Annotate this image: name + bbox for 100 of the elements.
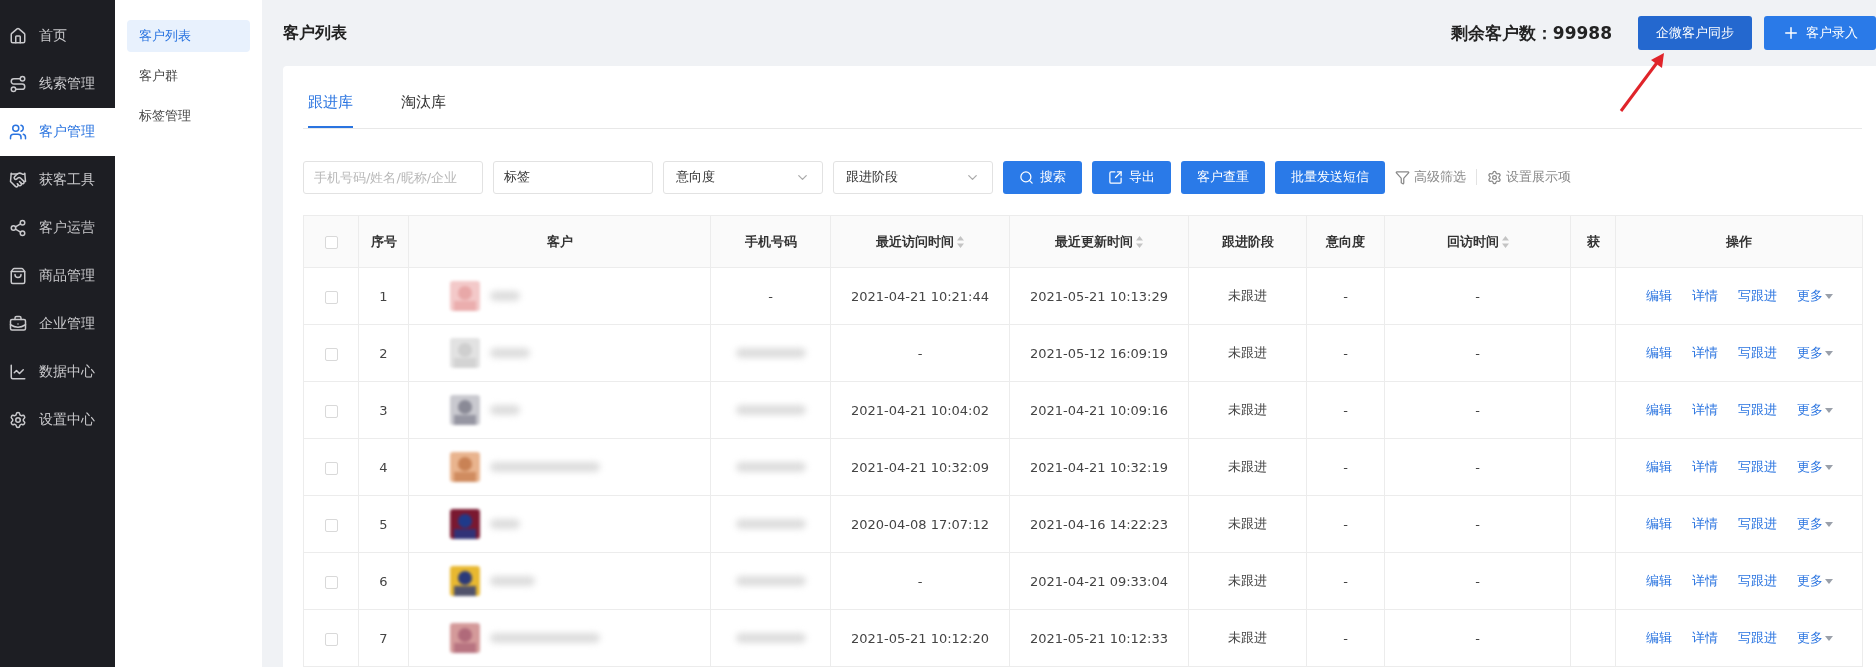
advanced-filter-link[interactable]: 高级筛选 [1395,168,1466,186]
action-link[interactable]: 详情 [1691,629,1718,647]
action-link[interactable]: 编辑 [1645,287,1672,305]
visit-time-cell: 2021-04-21 10:21:44 [850,288,990,304]
chart-icon [9,363,27,381]
sort-icon[interactable] [957,235,964,248]
nav-item[interactable]: 客户运营 [0,204,115,252]
update-time-cell: 2021-05-21 10:13:29 [1029,288,1169,304]
export-button[interactable]: 导出 [1092,160,1171,194]
index-cell: 7 [379,630,388,646]
search-field[interactable]: 手机号码/姓名/昵称/企业 [303,160,483,194]
nav-item[interactable]: 数据中心 [0,348,115,396]
phone-cell: - [768,288,773,304]
action-link[interactable]: 详情 [1691,572,1718,590]
index-cell: 1 [379,288,388,304]
revisit-time-cell: - [1475,516,1480,532]
action-link[interactable]: 写跟进 [1737,287,1777,305]
sync-button[interactable]: 企微客户同步 [1638,16,1752,50]
stage-cell: 未跟进 [1228,573,1267,588]
action-link[interactable]: 写跟进 [1737,629,1777,647]
page-title: 客户列表 [283,22,348,44]
subnav-item[interactable]: 标签管理 [127,100,250,132]
add-customer-button[interactable]: 客户录入 [1764,16,1876,50]
more-link[interactable]: 更多 [1796,344,1833,362]
remaining-count: 剩余客户数：99988 [1450,21,1612,45]
blurred-name [490,519,520,529]
revisit-time-cell: - [1475,288,1480,304]
revisit-time-cell: - [1475,459,1480,475]
column-header: 跟进阶段 [1221,232,1274,251]
tag-field[interactable]: 标签 [493,160,653,194]
action-link[interactable]: 写跟进 [1737,572,1777,590]
nav-item[interactable]: 商品管理 [0,252,115,300]
column-header: 最近更新时间 [1055,232,1143,251]
row-checkbox[interactable] [324,575,338,589]
intent-cell: - [1343,288,1348,304]
action-link[interactable]: 编辑 [1645,515,1672,533]
more-link[interactable]: 更多 [1796,572,1833,590]
nav-item[interactable]: 客户管理 [0,108,115,156]
subnav-item[interactable]: 客户列表 [127,20,250,52]
more-link[interactable]: 更多 [1796,458,1833,476]
more-link[interactable]: 更多 [1796,287,1833,305]
nav-item[interactable]: 线索管理 [0,60,115,108]
row-checkbox[interactable] [324,290,338,304]
row-checkbox[interactable] [324,347,338,361]
action-link[interactable]: 编辑 [1645,344,1672,362]
update-time-cell: 2021-05-12 16:09:19 [1029,345,1169,361]
revisit-time-cell: - [1475,402,1480,418]
row-checkbox[interactable] [324,461,338,475]
action-link[interactable]: 编辑 [1645,401,1672,419]
display-settings-link[interactable]: 设置展示项 [1487,168,1571,186]
action-link[interactable]: 编辑 [1645,572,1672,590]
caret-icon [1824,635,1833,641]
action-link[interactable]: 写跟进 [1737,515,1777,533]
column-header: 序号 [370,232,397,251]
action-link[interactable]: 写跟进 [1737,401,1777,419]
row-checkbox[interactable] [324,632,338,646]
row-checkbox[interactable] [324,518,338,532]
more-link[interactable]: 更多 [1796,515,1833,533]
select-all-checkbox[interactable] [324,236,338,249]
index-cell: 2 [379,345,388,361]
select-field[interactable]: 跟进阶段 [833,160,993,194]
sort-icon[interactable] [1136,235,1143,248]
action-link[interactable]: 编辑 [1645,629,1672,647]
more-link[interactable]: 更多 [1796,401,1833,419]
action-link[interactable]: 详情 [1691,515,1718,533]
revisit-time-cell: - [1475,630,1480,646]
more-link[interactable]: 更多 [1796,629,1833,647]
select-field[interactable]: 意向度 [663,160,823,194]
blurred-phone [735,518,806,529]
nav-item[interactable]: 设置中心 [0,396,115,444]
tab[interactable]: 跟进库 [308,93,353,128]
sort-icon[interactable] [1501,235,1509,248]
nav-item[interactable]: 首页 [0,12,115,60]
caret-icon [1824,350,1833,356]
plus-icon [1782,24,1800,42]
subnav-item[interactable]: 客户群 [127,60,250,92]
action-button[interactable]: 客户查重 [1181,160,1265,194]
intent-cell: - [1343,402,1348,418]
blurred-name [490,576,535,586]
action-link[interactable]: 详情 [1691,344,1718,362]
nav-item[interactable]: 获客工具 [0,156,115,204]
house-icon [9,27,27,45]
blurred-phone [735,347,806,358]
action-button[interactable]: 批量发送短信 [1275,160,1385,194]
action-link[interactable]: 写跟进 [1737,344,1777,362]
index-cell: 4 [379,459,388,475]
action-link[interactable]: 详情 [1691,287,1718,305]
stage-cell: 未跟进 [1228,516,1267,531]
nav-item[interactable]: 企业管理 [0,300,115,348]
action-link[interactable]: 详情 [1691,401,1718,419]
action-link[interactable]: 详情 [1691,458,1718,476]
search-button[interactable]: 搜索 [1003,160,1082,194]
index-cell: 5 [379,516,388,532]
row-checkbox[interactable] [324,404,338,418]
index-cell: 6 [379,573,388,589]
action-link[interactable]: 编辑 [1645,458,1672,476]
caret-icon [1824,407,1833,413]
column-header: 手机号码 [744,232,797,251]
action-link[interactable]: 写跟进 [1737,458,1777,476]
tab[interactable]: 淘汰库 [401,93,446,128]
